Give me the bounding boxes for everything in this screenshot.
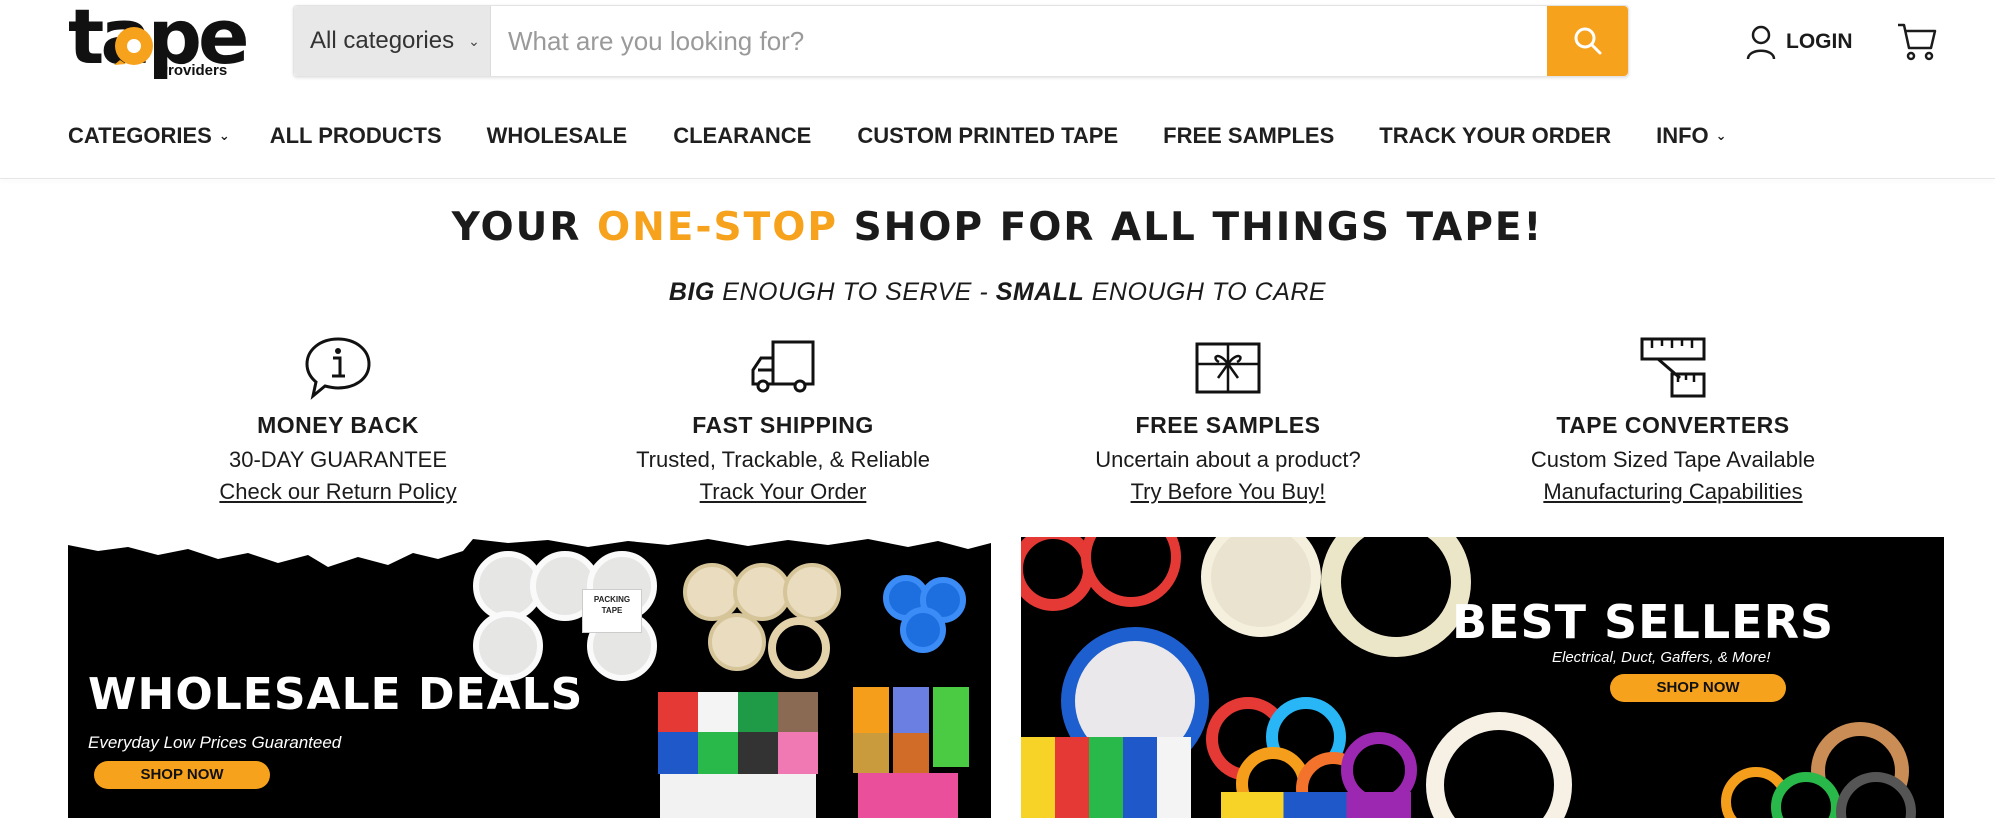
login-link[interactable]: LOGIN bbox=[1746, 22, 1853, 62]
gift-icon bbox=[1195, 342, 1261, 394]
shop-now-button[interactable]: SHOP NOW bbox=[94, 761, 270, 789]
nav-item-wholesale[interactable]: WHOLESALE bbox=[487, 123, 628, 149]
nav-item-label: CUSTOM PRINTED TAPE bbox=[857, 123, 1119, 148]
ruler-icon bbox=[1640, 337, 1706, 398]
feature-fast-shipping: FAST SHIPPING Trusted, Trackable, & Reli… bbox=[603, 336, 963, 505]
tagline-mid: ENOUGH TO SERVE - bbox=[714, 278, 996, 306]
return-policy-link[interactable]: Check our Return Policy bbox=[219, 479, 456, 505]
chevron-down-icon: ⌄ bbox=[468, 32, 480, 49]
wholesale-deals-banner[interactable]: PACKING TAPE WHOLESALE DEALS Everyday Lo… bbox=[68, 537, 991, 818]
green-tape bbox=[933, 687, 969, 767]
colored-tape-row bbox=[1021, 737, 1191, 818]
feature-desc: Custom Sized Tape Available bbox=[1530, 447, 1816, 472]
feature-title: FAST SHIPPING bbox=[692, 412, 874, 438]
main-nav: CATEGORIES ⌄ ALL PRODUCTS WHOLESALE CLEA… bbox=[68, 118, 1727, 154]
red-tape bbox=[658, 692, 698, 732]
tagline: BIG ENOUGH TO SERVE - SMALL ENOUGH TO CA… bbox=[0, 278, 1995, 307]
headline-part2: SHOP FOR ALL THINGS TAPE! bbox=[838, 205, 1544, 250]
info-chat-icon bbox=[305, 337, 371, 400]
nav-item-label: ALL PRODUCTS bbox=[269, 123, 442, 148]
masking-tape-roll bbox=[708, 613, 766, 671]
nav-item-free-samples[interactable]: FREE SAMPLES bbox=[1163, 123, 1334, 149]
nav-item-label: CLEARANCE bbox=[673, 123, 812, 148]
nav-item-label: TRACK YOUR ORDER bbox=[1379, 123, 1612, 148]
brown-tape bbox=[778, 692, 818, 732]
cart-icon[interactable] bbox=[1896, 20, 1938, 62]
manufacturing-capabilities-link[interactable]: Manufacturing Capabilities bbox=[1543, 479, 1802, 505]
orange-tape bbox=[853, 687, 889, 733]
packing-tape-label: PACKING TAPE bbox=[582, 589, 642, 633]
try-before-buy-link[interactable]: Try Before You Buy! bbox=[1131, 479, 1326, 505]
nav-item-info[interactable]: INFO ⌄ bbox=[1656, 123, 1726, 149]
user-icon bbox=[1746, 25, 1776, 60]
page-headline: YOUR ONE-STOP SHOP FOR ALL THINGS TAPE! bbox=[0, 205, 1995, 250]
feature-title: FREE SAMPLES bbox=[1135, 412, 1321, 438]
nav-item-custom-printed-tape[interactable]: CUSTOM PRINTED TAPE bbox=[857, 123, 1118, 149]
search-icon bbox=[1574, 27, 1601, 55]
logo-subtext: Providers bbox=[158, 62, 228, 79]
search-input[interactable] bbox=[492, 6, 1532, 76]
feature-free-samples: FREE SAMPLES Uncertain about a product? … bbox=[1048, 336, 1408, 505]
category-select-label: All categories bbox=[310, 27, 455, 54]
masking-tape-roll bbox=[768, 617, 830, 679]
feature-money-back: MONEY BACK 30-DAY GUARANTEE Check our Re… bbox=[158, 336, 518, 505]
black-tape bbox=[738, 732, 778, 774]
search-button[interactable] bbox=[1547, 6, 1628, 76]
pink-tape bbox=[778, 732, 818, 774]
green-tape bbox=[698, 732, 738, 774]
feature-tape-converters: TAPE CONVERTERS Custom Sized Tape Availa… bbox=[1493, 336, 1853, 505]
feature-title: TAPE CONVERTERS bbox=[1556, 412, 1790, 438]
feature-desc: Uncertain about a product? bbox=[1095, 447, 1361, 472]
chevron-down-icon: ⌄ bbox=[218, 128, 230, 143]
banner-title: BEST SELLERS bbox=[1452, 595, 1835, 649]
tagline-big: BIG bbox=[668, 278, 715, 306]
gold-tape bbox=[853, 733, 889, 773]
headline-accent: ONE-STOP bbox=[596, 205, 838, 250]
feature-title: MONEY BACK bbox=[257, 412, 419, 438]
feature-desc: 30-DAY GUARANTEE bbox=[228, 447, 448, 472]
banner-title: WHOLESALE DEALS bbox=[88, 669, 584, 720]
site-logo[interactable]: tape Providers bbox=[68, 0, 258, 82]
tagline-small: SMALL bbox=[995, 278, 1085, 306]
nav-item-label: FREE SAMPLES bbox=[1163, 123, 1335, 148]
colored-tape-row bbox=[1221, 792, 1411, 818]
white-tape bbox=[698, 692, 738, 732]
banner-subtitle: Electrical, Duct, Gaffers, & More! bbox=[1552, 649, 1771, 666]
blue-tape bbox=[893, 687, 929, 733]
track-order-link[interactable]: Track Your Order bbox=[700, 479, 867, 505]
green-tape bbox=[738, 692, 778, 732]
blue-tape bbox=[658, 732, 698, 774]
orange-tape bbox=[893, 733, 929, 773]
headline-part1: YOUR bbox=[451, 205, 597, 250]
white-tape-row bbox=[660, 774, 816, 818]
blue-tape-roll bbox=[900, 607, 946, 653]
tagline-end: ENOUGH TO CARE bbox=[1084, 278, 1327, 306]
banner-subtitle: Everyday Low Prices Guaranteed bbox=[88, 733, 342, 752]
category-select[interactable]: All categories ⌄ bbox=[294, 6, 491, 76]
masking-tape-roll bbox=[783, 563, 841, 621]
search-bar: All categories ⌄ bbox=[293, 5, 1629, 77]
best-sellers-banner[interactable]: BEST SELLERS Electrical, Duct, Gaffers, … bbox=[1021, 537, 1944, 818]
login-label: LOGIN bbox=[1786, 30, 1853, 53]
nav-item-categories[interactable]: CATEGORIES ⌄ bbox=[68, 123, 230, 149]
feature-desc: Trusted, Trackable, & Reliable bbox=[636, 447, 930, 472]
nav-item-all-products[interactable]: ALL PRODUCTS bbox=[270, 123, 442, 149]
nav-item-label: WHOLESALE bbox=[486, 123, 628, 148]
nav-divider bbox=[0, 178, 1995, 179]
logo-tape-roll-icon bbox=[114, 27, 153, 65]
nav-item-clearance[interactable]: CLEARANCE bbox=[673, 123, 811, 149]
pink-tape bbox=[858, 773, 958, 818]
shop-now-button[interactable]: SHOP NOW bbox=[1610, 674, 1786, 702]
nav-item-label: INFO bbox=[1656, 123, 1709, 148]
nav-item-track-your-order[interactable]: TRACK YOUR ORDER bbox=[1379, 123, 1611, 149]
chevron-down-icon: ⌄ bbox=[1715, 128, 1727, 143]
truck-icon bbox=[751, 340, 815, 393]
nav-item-label: CATEGORIES bbox=[68, 123, 212, 148]
